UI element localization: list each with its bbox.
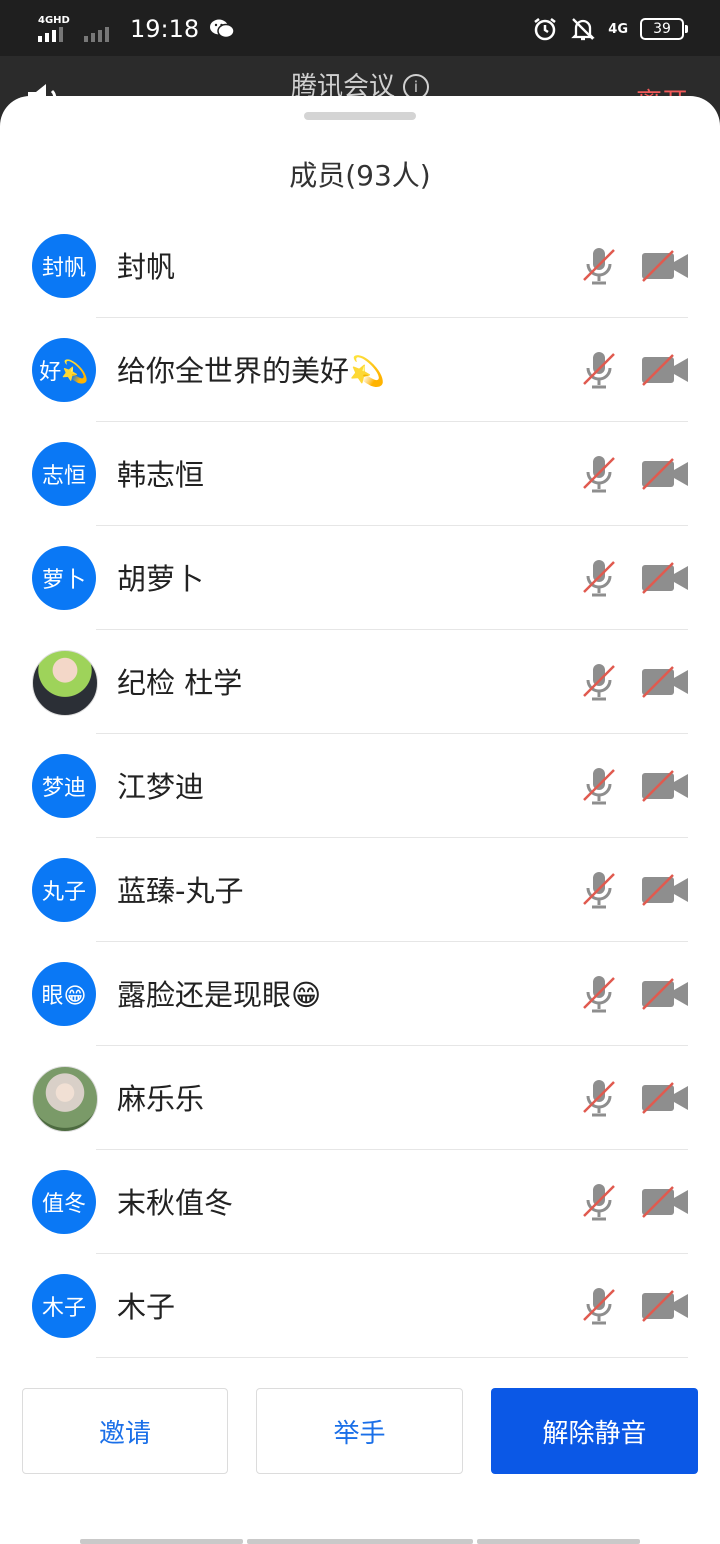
avatar <box>32 1066 98 1132</box>
avatar-initials: 好💫 <box>39 360 89 385</box>
network-type-label: 4GHD <box>38 15 70 26</box>
mic-muted-icon[interactable] <box>582 558 616 598</box>
mic-muted-icon[interactable] <box>582 454 616 494</box>
alarm-icon <box>534 18 557 41</box>
camera-off-icon[interactable] <box>640 562 690 594</box>
row-divider <box>96 1357 688 1358</box>
avatar-initials: 萝卜 <box>41 568 86 593</box>
avatar-initials: 丸子 <box>41 880 86 905</box>
member-row[interactable]: 丸子 蓝臻-丸子 <box>0 838 720 942</box>
member-name: 纪检 杜学 <box>117 666 243 700</box>
member-row[interactable]: 麻乐乐 <box>0 1046 720 1150</box>
nav-indicator-left <box>80 1539 243 1544</box>
nav-indicator-center <box>247 1539 473 1544</box>
mic-muted-icon[interactable] <box>582 766 616 806</box>
avatar: 木子 <box>32 1274 96 1338</box>
clock: 19:18 <box>130 15 200 43</box>
battery-icon: 39 <box>640 18 688 40</box>
avatar: 好💫 <box>32 338 96 402</box>
avatar: 志恒 <box>32 442 96 506</box>
avatar: 梦迪 <box>32 754 96 818</box>
avatar-initials: 眼😁 <box>41 984 87 1009</box>
members-title: 成员(93人) <box>289 159 431 192</box>
member-name: 末秋值冬 <box>117 1186 234 1220</box>
camera-off-icon[interactable] <box>640 978 690 1010</box>
avatar: 值冬 <box>32 1170 96 1234</box>
mic-muted-icon[interactable] <box>582 870 616 910</box>
mic-muted-icon[interactable] <box>582 1286 616 1326</box>
member-row[interactable]: 好💫 给你全世界的美好💫 <box>0 318 720 422</box>
member-name: 木子 <box>117 1290 176 1324</box>
camera-off-icon[interactable] <box>640 354 690 386</box>
raise-hand-button[interactable]: 举手 <box>256 1388 463 1474</box>
signal-icon-secondary <box>84 16 120 42</box>
avatar-initials: 值冬 <box>41 1192 86 1217</box>
avatar: 丸子 <box>32 858 96 922</box>
member-row[interactable]: 封帆 封帆 <box>0 214 720 318</box>
mic-muted-icon[interactable] <box>582 1078 616 1118</box>
invite-button[interactable]: 邀请 <box>22 1388 228 1474</box>
avatar <box>32 650 98 716</box>
camera-off-icon[interactable] <box>640 250 690 282</box>
avatar-initials: 木子 <box>41 1296 86 1321</box>
member-name: 胡萝卜 <box>117 562 205 596</box>
unmute-button[interactable]: 解除静音 <box>491 1388 698 1474</box>
mic-muted-icon[interactable] <box>582 350 616 390</box>
mic-muted-icon[interactable] <box>582 662 616 702</box>
member-row[interactable]: 值冬 末秋值冬 <box>0 1150 720 1254</box>
member-name: 露脸还是现眼😁 <box>117 978 322 1012</box>
camera-off-icon[interactable] <box>640 1082 690 1114</box>
battery-level: 39 <box>653 21 671 37</box>
camera-off-icon[interactable] <box>640 1290 690 1322</box>
nav-indicator-right <box>477 1539 640 1544</box>
bell-off-icon <box>571 18 596 41</box>
member-row[interactable]: 志恒 韩志恒 <box>0 422 720 526</box>
camera-off-icon[interactable] <box>640 1186 690 1218</box>
member-name: 韩志恒 <box>117 458 205 492</box>
avatar-initials: 梦迪 <box>41 776 86 801</box>
member-row[interactable]: 眼😁 露脸还是现眼😁 <box>0 942 720 1046</box>
wechat-icon <box>210 19 235 39</box>
status-bar: 4GHD 19:18 4G 39 <box>0 0 720 56</box>
member-name: 封帆 <box>117 250 176 284</box>
avatar: 萝卜 <box>32 546 96 610</box>
mic-muted-icon[interactable] <box>582 974 616 1014</box>
camera-off-icon[interactable] <box>640 666 690 698</box>
member-row[interactable]: 萝卜 胡萝卜 <box>0 526 720 630</box>
mic-muted-icon[interactable] <box>582 1182 616 1222</box>
status-left: 4GHD 19:18 <box>38 12 235 46</box>
avatar: 眼😁 <box>32 962 96 1026</box>
sheet-grabber[interactable] <box>304 112 416 120</box>
member-row[interactable]: 纪检 杜学 <box>0 630 720 734</box>
member-row[interactable]: 梦迪 江梦迪 <box>0 734 720 838</box>
network-label: 4G <box>608 21 628 37</box>
member-name: 给你全世界的美好💫 <box>117 354 386 388</box>
avatar-initials: 志恒 <box>41 464 86 489</box>
member-row[interactable]: 木子 木子 <box>0 1254 720 1358</box>
camera-off-icon[interactable] <box>640 770 690 802</box>
member-name: 麻乐乐 <box>117 1082 205 1116</box>
camera-off-icon[interactable] <box>640 874 690 906</box>
member-list: 封帆 封帆好💫 给你全世界的美好💫 志恒 韩志恒萝卜 胡萝卜纪检 杜学梦迪 江梦迪丸子 蓝臻-… <box>0 214 720 1358</box>
avatar-initials: 封帆 <box>41 256 86 281</box>
signal-icon: 4GHD <box>38 16 74 42</box>
mic-muted-icon[interactable] <box>582 246 616 286</box>
status-right: 4G 39 <box>532 12 688 46</box>
member-name: 蓝臻-丸子 <box>117 874 244 908</box>
member-name: 江梦迪 <box>117 770 205 804</box>
camera-off-icon[interactable] <box>640 458 690 490</box>
avatar: 封帆 <box>32 234 96 298</box>
members-sheet: 成员(93人) 封帆 封帆好💫 给你全世界的美好💫 志恒 韩志恒萝卜 胡萝卜纪检 杜学梦迪… <box>0 96 720 1544</box>
